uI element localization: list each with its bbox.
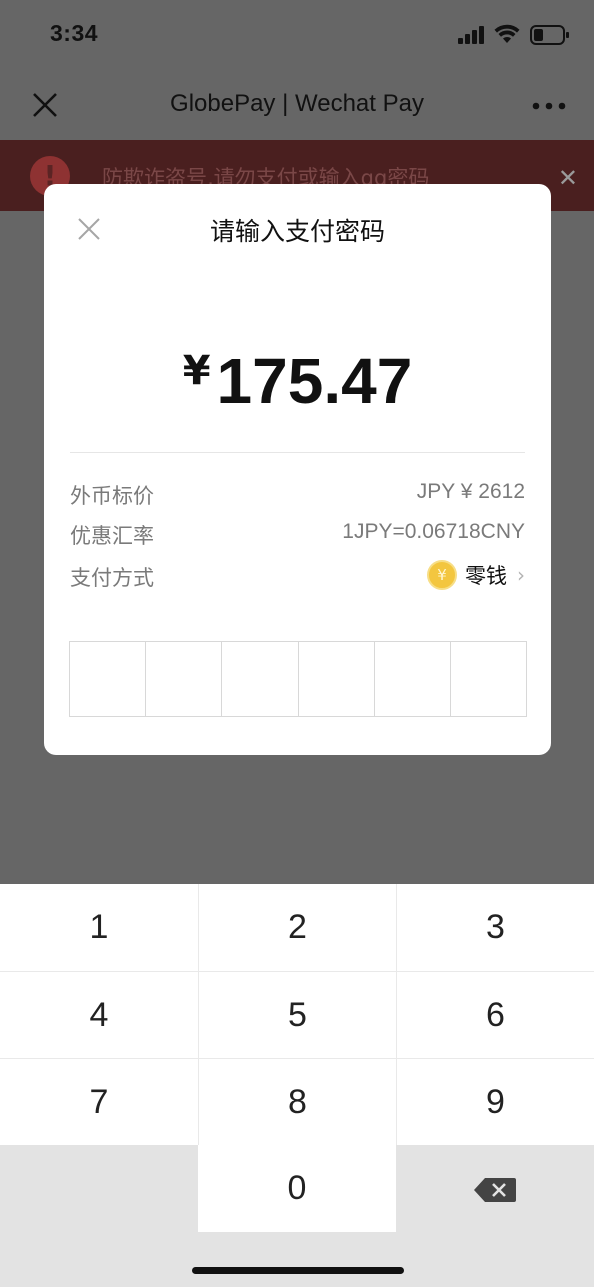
wifi-icon bbox=[494, 24, 520, 43]
exchange-rate-row: 优惠汇率 1JPY=0.06718CNY bbox=[70, 520, 525, 550]
key-4[interactable]: 4 bbox=[0, 971, 198, 1058]
payment-method-label: 支付方式 bbox=[70, 566, 154, 590]
backspace-key[interactable] bbox=[396, 1145, 594, 1287]
key-1[interactable]: 1 bbox=[0, 884, 198, 971]
key-2[interactable]: 2 bbox=[198, 884, 396, 971]
key-blank bbox=[0, 1145, 198, 1287]
nav-bar: GlobePay | Wechat Pay bbox=[0, 70, 594, 140]
password-digit-box[interactable] bbox=[222, 642, 299, 716]
more-icon[interactable] bbox=[532, 100, 566, 112]
key-8[interactable]: 8 bbox=[198, 1058, 396, 1145]
password-digit-box[interactable] bbox=[70, 642, 147, 716]
payment-method-row[interactable]: 支付方式 ¥ 零钱 › bbox=[70, 560, 525, 592]
banner-close-icon[interactable]: ✕ bbox=[558, 164, 578, 192]
coin-icon: ¥ bbox=[427, 560, 457, 590]
home-indicator[interactable] bbox=[192, 1267, 404, 1274]
key-5[interactable]: 5 bbox=[198, 971, 396, 1058]
payment-amount: ¥175.47 bbox=[44, 344, 551, 418]
password-digit-box[interactable] bbox=[299, 642, 375, 716]
key-6[interactable]: 6 bbox=[396, 971, 594, 1058]
status-bar: 3:34 bbox=[0, 0, 594, 70]
exchange-rate-label: 优惠汇率 bbox=[70, 524, 154, 548]
key-3[interactable]: 3 bbox=[396, 884, 594, 971]
password-digit-box[interactable] bbox=[146, 642, 223, 716]
backspace-icon bbox=[474, 1178, 516, 1202]
divider bbox=[70, 452, 525, 453]
currency-symbol: ¥ bbox=[182, 348, 211, 394]
payment-method-value: 零钱 bbox=[465, 564, 507, 588]
dialog-title: 请输入支付密码 bbox=[209, 217, 385, 246]
battery-icon bbox=[530, 25, 569, 45]
amount-value: 175.47 bbox=[216, 345, 413, 417]
key-0[interactable]: 0 bbox=[198, 1145, 396, 1232]
chevron-right-icon: › bbox=[517, 563, 525, 587]
numeric-keypad: 1 2 3 4 5 6 7 8 9 0 bbox=[0, 884, 594, 1287]
signal-icon bbox=[458, 26, 484, 44]
keypad-bottom-pad bbox=[198, 1232, 396, 1287]
password-digit-box[interactable] bbox=[375, 642, 451, 716]
foreign-price-value: JPY ¥ 2612 bbox=[416, 480, 525, 503]
payment-dialog: 请输入支付密码 ¥175.47 外币标价 JPY ¥ 2612 优惠汇率 1JP… bbox=[44, 184, 551, 755]
key-9[interactable]: 9 bbox=[396, 1058, 594, 1145]
exchange-rate-value: 1JPY=0.06718CNY bbox=[342, 520, 525, 543]
key-7[interactable]: 7 bbox=[0, 1058, 198, 1145]
foreign-price-label: 外币标价 bbox=[70, 484, 154, 508]
payment-method-selector[interactable]: ¥ 零钱 › bbox=[427, 558, 525, 592]
status-time: 3:34 bbox=[50, 20, 99, 46]
password-input[interactable] bbox=[69, 641, 527, 717]
page-title: GlobePay | Wechat Pay bbox=[170, 90, 424, 117]
foreign-price-row: 外币标价 JPY ¥ 2612 bbox=[70, 480, 525, 510]
password-digit-box[interactable] bbox=[451, 642, 526, 716]
